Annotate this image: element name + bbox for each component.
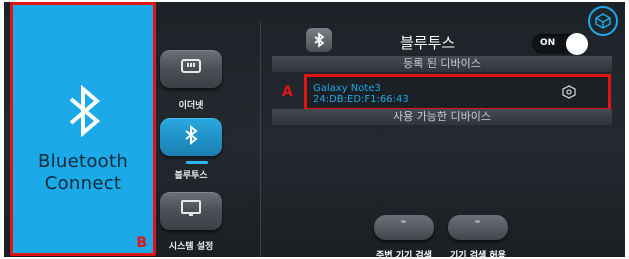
ethernet-icon bbox=[181, 59, 201, 79]
bluetooth-connect-panel: Bluetooth Connect B bbox=[10, 2, 156, 256]
scan-devices-label: 주변 기기 검색 bbox=[376, 251, 432, 257]
page-title: 블루투스 bbox=[400, 34, 456, 52]
toggle-state-label: ON bbox=[540, 38, 556, 48]
monitor-icon bbox=[181, 200, 201, 222]
toggle-knob bbox=[566, 33, 588, 55]
allow-discovery-button[interactable] bbox=[448, 215, 508, 240]
nav-bluetooth-label: 블루투스 bbox=[174, 171, 208, 181]
annotation-label-a: A bbox=[282, 84, 293, 100]
active-tab-indicator bbox=[186, 161, 208, 164]
app-name-line2: Connect bbox=[44, 173, 122, 194]
app-name-line1: Bluetooth bbox=[37, 151, 129, 172]
bluetooth-power-toggle[interactable]: ON bbox=[532, 33, 588, 55]
scan-devices-button[interactable] bbox=[374, 215, 434, 240]
registered-devices-header: 등록 된 디바이스 bbox=[272, 56, 612, 72]
vertical-divider bbox=[260, 22, 261, 257]
available-devices-header: 사용 가능한 디바이스 bbox=[272, 109, 612, 125]
device-name: Galaxy Note3 bbox=[313, 83, 381, 94]
nav-system-settings-button[interactable] bbox=[160, 192, 222, 230]
registered-device-row[interactable]: Galaxy Note3 24:DB:ED:F1:66:43 bbox=[304, 74, 611, 111]
app-screen: Bluetooth Connect B 이더넷 블루투스 시스템 설정 블루투스… bbox=[4, 2, 625, 257]
header-bluetooth-icon bbox=[306, 28, 332, 52]
allow-discovery-label: 기기 검색 허용 bbox=[450, 251, 506, 257]
settings-cube-icon[interactable] bbox=[588, 6, 618, 36]
nav-ethernet-button[interactable] bbox=[160, 50, 222, 88]
nav-ethernet-label: 이더넷 bbox=[178, 101, 204, 111]
device-settings-icon[interactable] bbox=[562, 84, 576, 103]
device-mac-address: 24:DB:ED:F1:66:43 bbox=[313, 94, 409, 105]
button-indicator bbox=[475, 220, 480, 223]
bluetooth-logo-icon bbox=[67, 84, 103, 141]
nav-bluetooth-button[interactable] bbox=[160, 118, 222, 156]
nav-system-settings-label: 시스템 설정 bbox=[168, 242, 214, 252]
app-name: Bluetooth Connect bbox=[13, 151, 153, 195]
annotation-label-b: B bbox=[136, 235, 147, 251]
bluetooth-icon bbox=[184, 124, 198, 149]
button-indicator bbox=[401, 220, 406, 223]
